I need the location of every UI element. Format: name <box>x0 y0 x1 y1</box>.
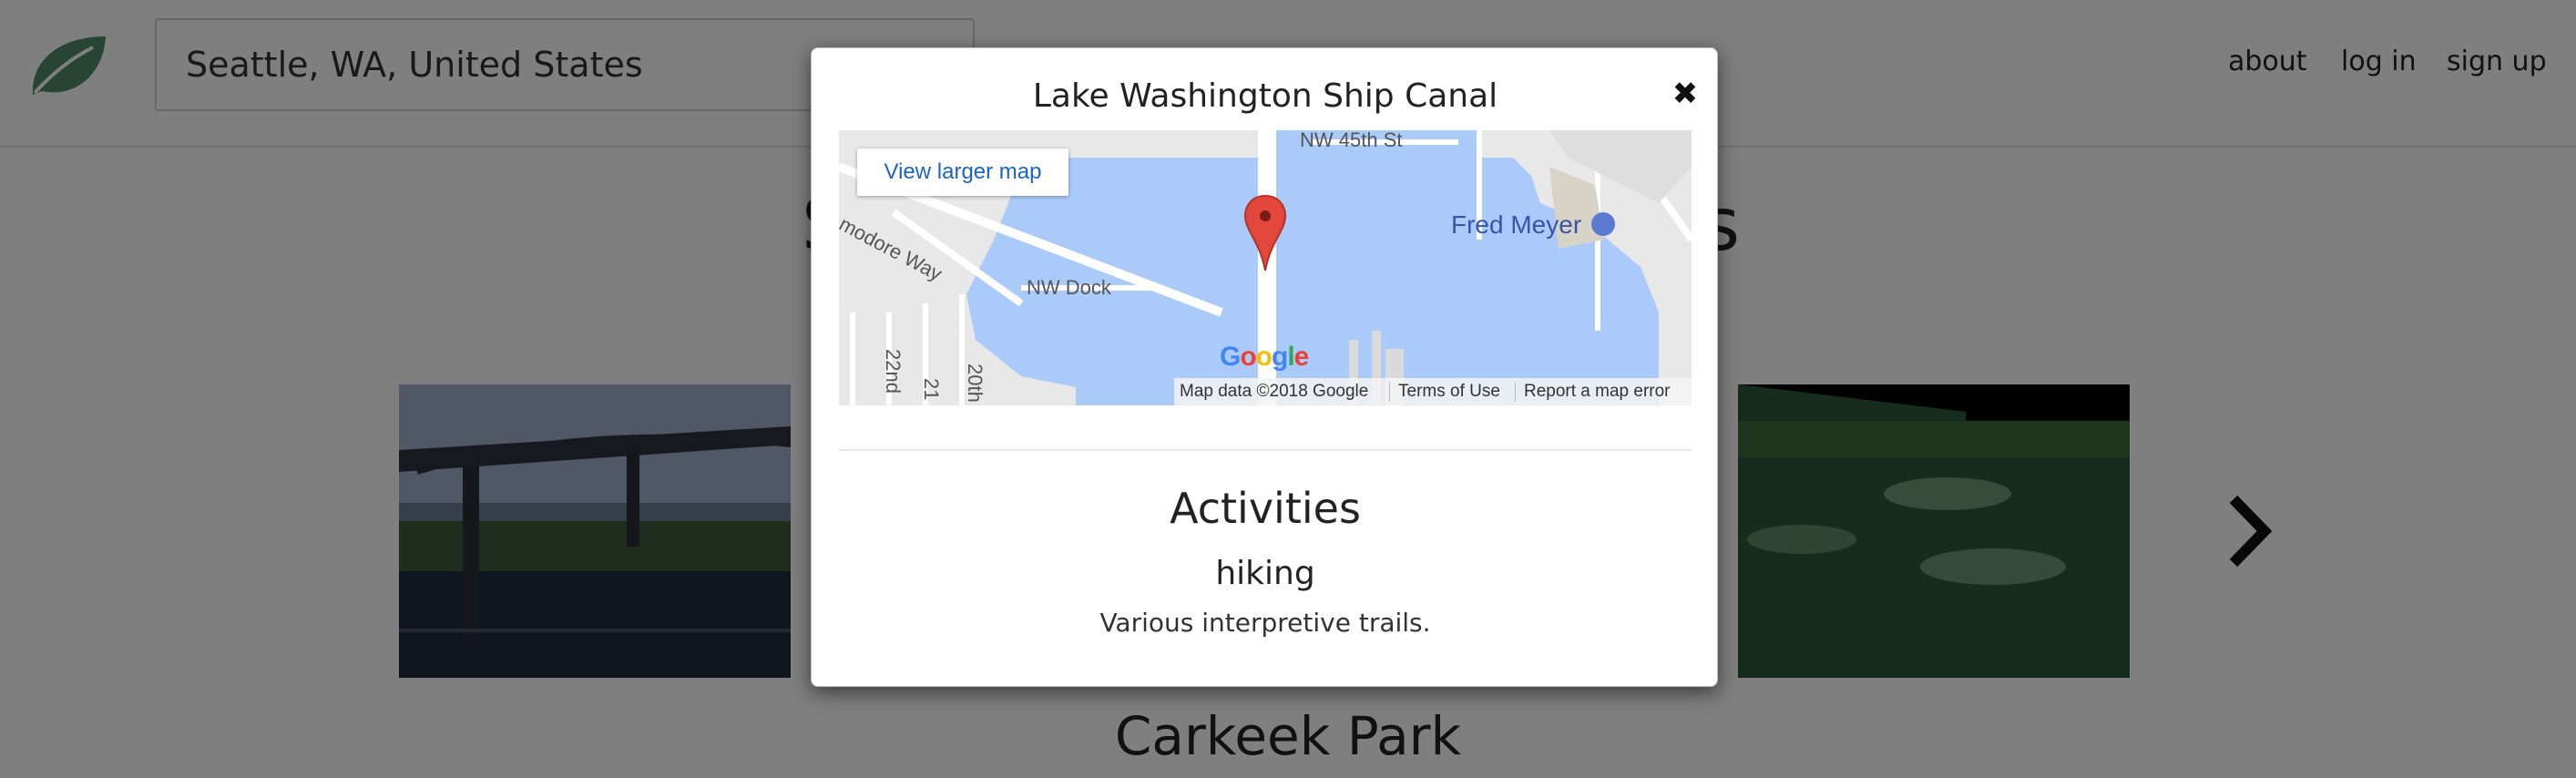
activity-description: Various interpretive trails. <box>1099 608 1431 638</box>
map-data-credit: Map data ©2018 Google <box>1180 382 1369 401</box>
divider <box>839 449 1692 451</box>
map-label-street: NW 45th St <box>1300 130 1403 151</box>
modal-title: Lake Washington Ship Canal <box>1032 77 1498 115</box>
divider <box>1515 382 1516 402</box>
activities-heading: Activities <box>1170 484 1361 533</box>
close-icon[interactable]: ✖ <box>1669 76 1702 112</box>
map-label-street: 20th <box>964 363 986 403</box>
map-label-dock: NW Dock <box>1027 276 1111 299</box>
map-label-street: 21 <box>920 378 943 401</box>
shopping-pin-icon[interactable] <box>1591 212 1615 236</box>
map-attribution-bar: Map data ©2018 Google Terms of Use Repor… <box>1174 378 1692 405</box>
map-label-poi: Fred Meyer <box>1451 210 1582 239</box>
view-larger-map-button[interactable]: View larger map <box>857 148 1068 196</box>
embedded-map[interactable]: View larger map NW 45th St modore Way NW… <box>839 130 1692 405</box>
report-map-error-link[interactable]: Report a map error <box>1524 382 1671 402</box>
map-label-street: 23rd <box>839 378 841 405</box>
map-label-street: 22nd <box>882 349 905 394</box>
terms-of-use-link[interactable]: Terms of Use <box>1398 382 1500 402</box>
map-marker-icon[interactable] <box>1243 194 1287 272</box>
activity-name: hiking <box>1215 555 1315 592</box>
google-logo: Google <box>1220 342 1309 372</box>
place-detail-modal: Lake Washington Ship Canal ✖ View larger… <box>811 47 1718 687</box>
divider <box>1389 382 1390 402</box>
